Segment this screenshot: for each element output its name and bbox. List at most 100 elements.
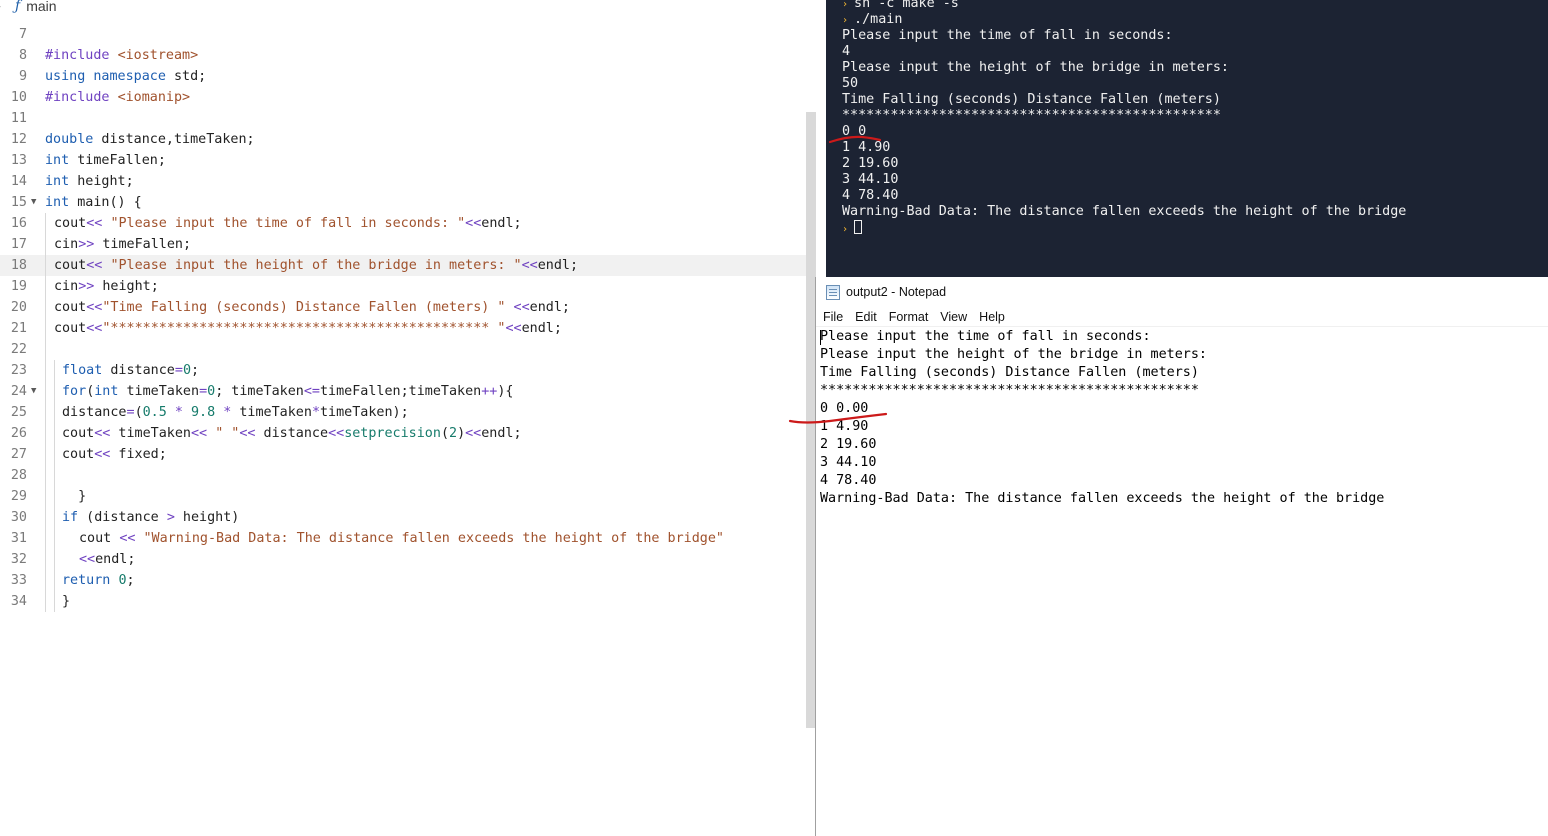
code-line[interactable]: 8 #include <iostream>: [0, 45, 806, 66]
code-line[interactable]: 26 cout<< timeTaken<< " "<< distance<<set…: [0, 423, 806, 444]
indent-guide: [45, 591, 46, 612]
terminal-line: › sh -c make -s: [842, 0, 959, 12]
terminal-line: Time Falling (seconds) Distance Fallen (…: [842, 92, 1221, 108]
code-line[interactable]: 31 cout << "Warning-Bad Data: The distanc…: [0, 528, 806, 549]
code-text[interactable]: cin>> height;: [54, 276, 159, 297]
code-line[interactable]: 12 double distance,timeTaken;: [0, 129, 806, 150]
code-line[interactable]: 11: [0, 108, 806, 129]
terminal-line: ›: [842, 220, 863, 236]
line-number: 28: [10, 468, 27, 483]
line-number: 21: [10, 321, 27, 336]
notepad-titlebar[interactable]: output2 - Notepad: [816, 277, 1548, 307]
terminal-text: sh -c make -s: [854, 0, 959, 11]
code-text[interactable]: cout<< "Please input the time of fall in…: [54, 213, 522, 234]
notepad-line[interactable]: 3 44.10: [820, 454, 1384, 472]
indent-guide: [54, 465, 55, 486]
code-text[interactable]: int main() {: [45, 192, 142, 213]
notepad-line[interactable]: Warning-Bad Data: The distance fallen ex…: [820, 490, 1384, 508]
code-text[interactable]: cout<< fixed;: [62, 444, 167, 465]
terminal-text: 50: [842, 76, 859, 91]
notepad-line[interactable]: 4 78.40: [820, 472, 1384, 490]
menu-help[interactable]: Help: [973, 310, 1011, 324]
code-line[interactable]: 24 ▼ for(int timeTaken=0; timeTaken<=timeF…: [0, 381, 806, 402]
line-number: 25: [10, 405, 27, 420]
code-text[interactable]: return 0;: [62, 570, 135, 591]
notepad-line[interactable]: 1 4.90: [820, 418, 1384, 436]
code-text[interactable]: distance=(0.5 * 9.8 * timeTaken*timeTake…: [62, 402, 409, 423]
code-line[interactable]: 7: [0, 24, 806, 45]
code-line[interactable]: 30 if (distance > height): [0, 507, 806, 528]
breadcrumb[interactable]: › ƒ main: [0, 0, 57, 15]
menu-edit[interactable]: Edit: [849, 310, 883, 324]
fold-arrow-icon[interactable]: ▼: [31, 381, 36, 402]
code-line[interactable]: 18 cout<< "Please input the height of the…: [0, 255, 806, 276]
code-text[interactable]: double distance,timeTaken;: [45, 129, 255, 150]
notepad-line[interactable]: 0 0.00: [820, 400, 1384, 418]
fold-arrow-icon[interactable]: ▼: [31, 192, 36, 213]
line-number: 23: [10, 363, 27, 378]
code-line[interactable]: 17 cin>> timeFallen;: [0, 234, 806, 255]
code-text[interactable]: if (distance > height): [62, 507, 239, 528]
code-line[interactable]: 21 cout<<"*******************************…: [0, 318, 806, 339]
notepad-line[interactable]: Time Falling (seconds) Distance Fallen (…: [820, 364, 1384, 382]
code-line[interactable]: 20 cout<<"Time Falling (seconds) Distance…: [0, 297, 806, 318]
code-line[interactable]: 9 using namespace std;: [0, 66, 806, 87]
menu-file[interactable]: File: [816, 310, 849, 324]
code-line[interactable]: 10 #include <iomanip>: [0, 87, 806, 108]
code-text[interactable]: #include <iomanip>: [45, 87, 190, 108]
line-number: 31: [10, 531, 27, 546]
menu-view[interactable]: View: [934, 310, 973, 324]
line-number: 8: [18, 48, 27, 63]
code-text[interactable]: float distance=0;: [62, 360, 199, 381]
code-text[interactable]: int timeFallen;: [45, 150, 166, 171]
code-editor[interactable]: › ƒ main 7 8 #include <iostream> 9 using nam…: [0, 0, 806, 836]
code-line[interactable]: 29 }: [0, 486, 806, 507]
code-text[interactable]: }: [62, 486, 86, 507]
terminal-line: ****************************************…: [842, 108, 1221, 124]
code-line[interactable]: 33 return 0;: [0, 570, 806, 591]
terminal-text: 0 0: [842, 124, 867, 139]
line-number: 33: [10, 573, 27, 588]
notepad-text-area[interactable]: Please input the time of fall in seconds…: [820, 328, 1384, 508]
notepad-line[interactable]: Please input the height of the bridge in…: [820, 346, 1384, 364]
code-lines[interactable]: 7 8 #include <iostream> 9 using namespace st…: [0, 24, 806, 612]
terminal-text: 2 19.60: [842, 156, 899, 171]
code-text[interactable]: cin>> timeFallen;: [54, 234, 191, 255]
notepad-window[interactable]: output2 - Notepad File Edit Format View Help…: [815, 277, 1548, 836]
chevron-right-icon[interactable]: ›: [0, 0, 7, 13]
code-text[interactable]: for(int timeTaken=0; timeTaken<=timeFall…: [62, 381, 514, 402]
code-line[interactable]: 32 <<endl;: [0, 549, 806, 570]
code-line[interactable]: 16 cout<< "Please input the time of fall …: [0, 213, 806, 234]
code-text[interactable]: <<endl;: [79, 549, 135, 570]
code-text[interactable]: cout<<"Time Falling (seconds) Distance F…: [54, 297, 570, 318]
code-text[interactable]: }: [62, 591, 70, 612]
code-line[interactable]: 19 cin>> height;: [0, 276, 806, 297]
function-icon: ƒ: [15, 0, 21, 14]
code-line[interactable]: 28: [0, 465, 806, 486]
code-text[interactable]: using namespace std;: [45, 66, 206, 87]
indent-guide: [45, 507, 46, 528]
notepad-line[interactable]: 2 19.60: [820, 436, 1384, 454]
code-text[interactable]: cout<< "Please input the height of the b…: [54, 255, 578, 276]
code-line[interactable]: 23 float distance=0;: [0, 360, 806, 381]
notepad-line[interactable]: ****************************************…: [820, 382, 1384, 400]
code-line[interactable]: 14 int height;: [0, 171, 806, 192]
breadcrumb-symbol[interactable]: main: [26, 0, 56, 14]
code-line[interactable]: 25 distance=(0.5 * 9.8 * timeTaken*timeTa…: [0, 402, 806, 423]
code-text[interactable]: int height;: [45, 171, 134, 192]
line-number: 27: [10, 447, 27, 462]
terminal-console[interactable]: › sh -c make -s › ./main Please input the …: [826, 0, 1548, 277]
code-line[interactable]: 27 cout<< fixed;: [0, 444, 806, 465]
indent-guide: [45, 255, 46, 276]
code-text[interactable]: cout<<"*********************************…: [54, 318, 562, 339]
code-text[interactable]: #include <iostream>: [45, 45, 198, 66]
code-line[interactable]: 15 ▼ int main() {: [0, 192, 806, 213]
line-number: 14: [10, 174, 27, 189]
code-line[interactable]: 22: [0, 339, 806, 360]
menu-format[interactable]: Format: [883, 310, 935, 324]
code-text[interactable]: cout<< timeTaken<< " "<< distance<<setpr…: [62, 423, 522, 444]
code-line[interactable]: 34}: [0, 591, 806, 612]
notepad-line[interactable]: Please input the time of fall in seconds…: [820, 328, 1384, 346]
code-line[interactable]: 13 int timeFallen;: [0, 150, 806, 171]
code-text[interactable]: cout << "Warning-Bad Data: The distance …: [79, 528, 724, 549]
